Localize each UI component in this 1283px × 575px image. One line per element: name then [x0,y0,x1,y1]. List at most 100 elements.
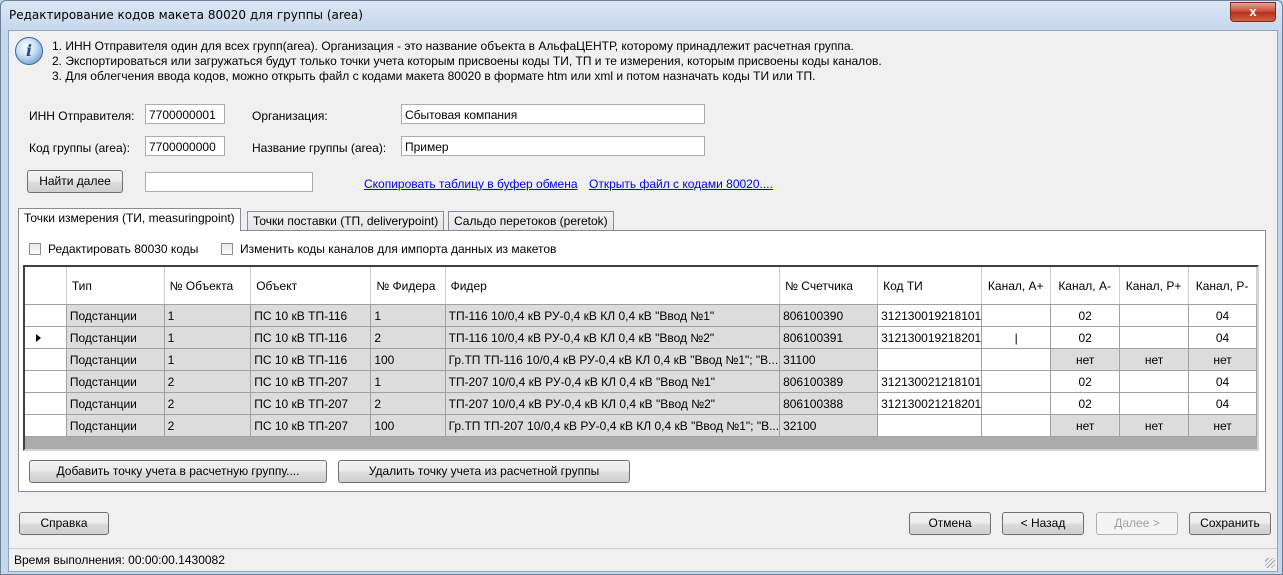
cell-channel-a-minus[interactable]: 02 [1050,304,1121,327]
tab-measuring-points[interactable]: Точки измерения (ТИ, measuringpoint) [18,208,241,231]
cell-channel-r-minus[interactable]: нет [1188,414,1257,437]
execution-time-text: Время выполнения: 00:00:00.1430082 [14,553,225,567]
tab-peretok[interactable]: Сальдо перетоков (peretok) [448,211,614,231]
row-selector[interactable] [25,348,67,371]
row-selector[interactable] [25,370,67,393]
change-channel-codes-checkbox[interactable] [221,243,233,255]
info-icon: i [15,37,43,65]
organization-label: Организация: [252,109,328,123]
cell-meter-number: 31100 [779,348,879,371]
help-button[interactable]: Справка [19,512,109,535]
back-button[interactable]: < Назад [1002,512,1084,535]
remove-point-button[interactable]: Удалить точку учета из расчетной группы [338,460,630,483]
cell-channel-r-plus[interactable] [1119,370,1190,393]
row-header-corner [25,267,67,305]
cell-channel-r-minus[interactable]: 04 [1188,326,1257,349]
cell-channel-a-plus[interactable] [981,414,1052,437]
column-header-feeder[interactable]: Фидер [445,267,781,305]
cancel-button[interactable]: Отмена [909,512,991,535]
inn-input[interactable]: 7700000001 [145,104,225,124]
column-header-channel-r-plus[interactable]: Канал, Р+ [1119,267,1190,305]
group-name-label: Название группы (area): [252,141,387,155]
measuring-points-grid: Тип № Объекта Объект № Фидера Фидер № Сч… [23,265,1259,451]
cell-channel-a-plus[interactable] [981,304,1052,327]
cell-ti-code[interactable]: 312130019218101 [877,304,983,327]
table-row[interactable]: Подстанции 2 ПС 10 кВ ТП-207 100 Гр.ТП ТП-20… [25,414,1257,437]
cell-feeder-number: 1 [370,370,446,393]
cell-feeder-number: 100 [370,414,446,437]
table-row[interactable]: Подстанции 1 ПС 10 кВ ТП-116 100 Гр.ТП ТП-11… [25,348,1257,371]
column-header-channel-a-minus[interactable]: Канал, А- [1050,267,1121,305]
cell-type: Подстанции [66,414,165,437]
cell-channel-r-plus[interactable] [1119,392,1190,415]
table-row[interactable]: Подстанции 1 ПС 10 кВ ТП-116 1 ТП-116 10/0,4… [25,304,1257,327]
cell-channel-a-minus[interactable]: нет [1050,414,1121,437]
cell-type: Подстанции [66,326,165,349]
find-next-button[interactable]: Найти далее [27,170,123,193]
column-header-type[interactable]: Тип [66,267,165,305]
cell-channel-a-plus[interactable] [981,392,1052,415]
cell-meter-number: 806100390 [779,304,879,327]
info-line-2: 2. Экспортироваться или загружаться буду… [52,54,882,68]
cell-channel-a-minus[interactable]: нет [1050,348,1121,371]
column-header-object[interactable]: Объект [250,267,372,305]
cell-channel-r-plus[interactable]: нет [1119,414,1190,437]
row-selector[interactable] [25,392,67,415]
row-selector[interactable] [25,414,67,437]
cell-channel-a-plus[interactable] [981,348,1052,371]
column-header-object-number[interactable]: № Объекта [164,267,252,305]
save-button[interactable]: Сохранить [1189,512,1271,535]
cell-object: ПС 10 кВ ТП-116 [250,348,372,371]
column-header-meter-number[interactable]: № Счетчика [779,267,879,305]
organization-input[interactable]: Сбытовая компания [401,104,705,124]
add-point-button[interactable]: Добавить точку учета в расчетную группу.… [29,460,327,483]
cell-meter-number: 806100391 [779,326,879,349]
row-selector[interactable] [25,326,67,349]
cell-channel-r-minus[interactable]: 04 [1188,304,1257,327]
tab-delivery-points[interactable]: Точки поставки (ТП, deliverypoint) [247,211,445,231]
cell-channel-r-plus[interactable]: нет [1119,348,1190,371]
edit-80030-checkbox[interactable] [29,243,41,255]
cell-meter-number: 806100389 [779,370,879,393]
row-selector[interactable] [25,304,67,327]
table-row[interactable]: Подстанции 1 ПС 10 кВ ТП-116 2 ТП-116 10/0,4… [25,326,1257,349]
cell-type: Подстанции [66,348,165,371]
table-row[interactable]: Подстанции 2 ПС 10 кВ ТП-207 1 ТП-207 10/0,4… [25,370,1257,393]
next-button[interactable]: Далее > [1096,512,1178,535]
group-code-input[interactable]: 7700000000 [145,136,225,156]
close-button[interactable]: x [1230,2,1276,22]
cell-feeder-number: 2 [370,392,446,415]
copy-table-link[interactable]: Скопировать таблицу в буфер обмена [364,177,578,191]
cell-channel-r-minus[interactable]: нет [1188,348,1257,371]
cell-channel-a-minus[interactable]: 02 [1050,326,1121,349]
title-bar[interactable]: Редактирование кодов макета 80020 для гр… [1,1,1282,27]
column-header-ti-code[interactable]: Код ТИ [877,267,983,305]
column-header-feeder-number[interactable]: № Фидера [370,267,446,305]
cell-ti-code[interactable] [877,348,983,371]
cell-meter-number: 806100388 [779,392,879,415]
cell-object-number: 2 [164,392,252,415]
measuring-points-table: Тип № Объекта Объект № Фидера Фидер № Сч… [25,267,1257,437]
open-codes-file-link[interactable]: Открыть файл с кодами 80020.... [589,177,773,191]
cell-channel-a-minus[interactable]: 02 [1050,370,1121,393]
cell-ti-code[interactable] [877,414,983,437]
cell-channel-a-plus[interactable]: | [981,326,1052,349]
cell-channel-r-minus[interactable]: 04 [1188,392,1257,415]
cell-channel-r-plus[interactable] [1119,304,1190,327]
status-bar: Время выполнения: 00:00:00.1430082 [9,548,1277,570]
cell-channel-a-plus[interactable] [981,370,1052,393]
table-header-row: Тип № Объекта Объект № Фидера Фидер № Сч… [25,267,1257,305]
resize-grip-icon[interactable] [1265,558,1275,568]
table-body: Подстанции 1 ПС 10 кВ ТП-116 1 ТП-116 10/0,4… [25,304,1257,437]
cell-channel-r-plus[interactable] [1119,326,1190,349]
column-header-channel-r-minus[interactable]: Канал, Р- [1188,267,1257,305]
find-input[interactable] [145,172,313,192]
cell-ti-code[interactable]: 312130019218201 [877,326,983,349]
cell-ti-code[interactable]: 312130021218101 [877,370,983,393]
table-row[interactable]: Подстанции 2 ПС 10 кВ ТП-207 2 ТП-207 10/0,4… [25,392,1257,415]
cell-ti-code[interactable]: 312130021218201 [877,392,983,415]
cell-channel-r-minus[interactable]: 04 [1188,370,1257,393]
column-header-channel-a-plus[interactable]: Канал, А+ [981,267,1052,305]
cell-channel-a-minus[interactable]: 02 [1050,392,1121,415]
group-name-input[interactable]: Пример [401,136,705,156]
